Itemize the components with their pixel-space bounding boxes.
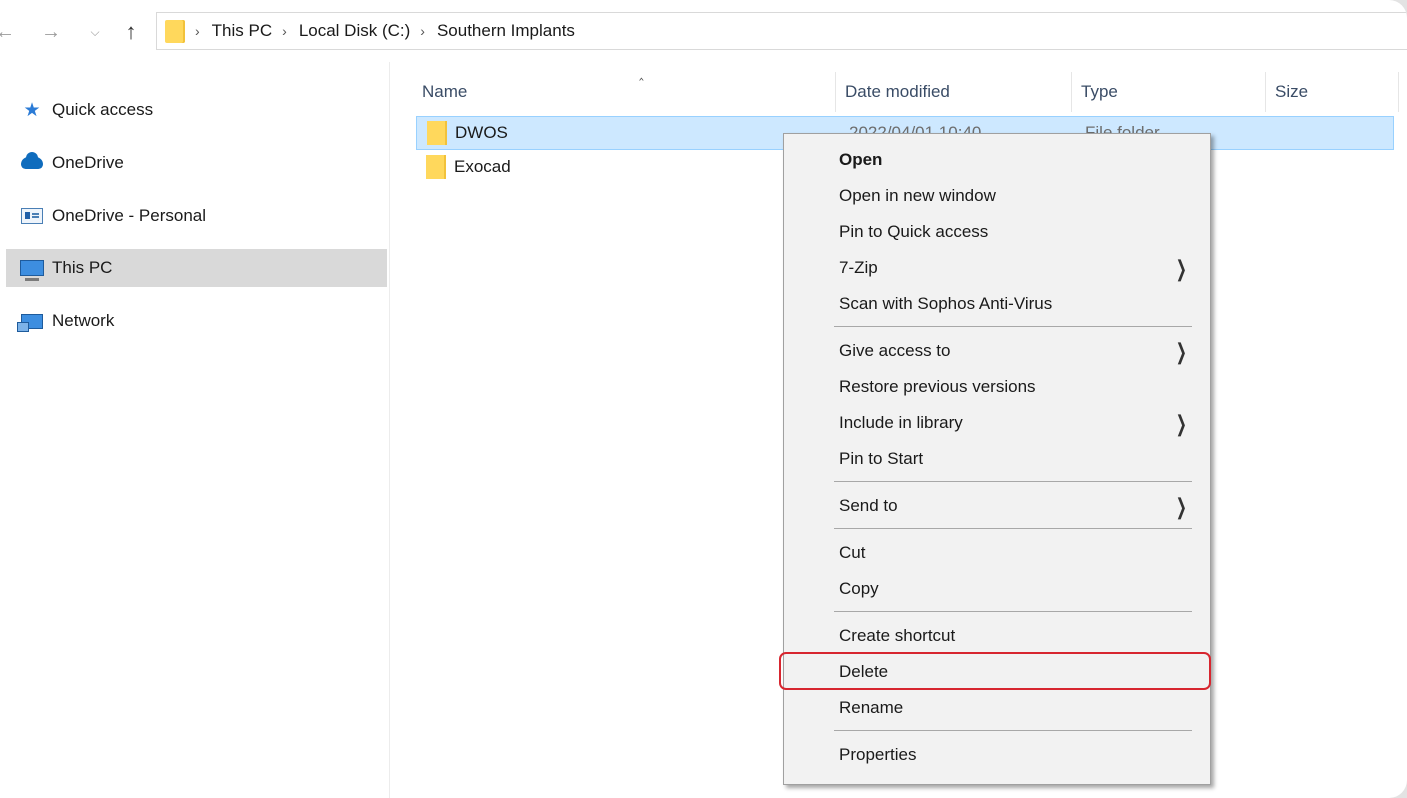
menu-item-rename[interactable]: Rename — [784, 690, 1210, 726]
chevron-right-icon: ❯ — [1175, 494, 1187, 519]
back-arrow-icon[interactable]: ← — [0, 18, 16, 46]
column-header-label: Date modified — [845, 82, 950, 101]
chevron-right-icon: › — [195, 23, 200, 39]
sidebar-item-label: Network — [52, 311, 115, 330]
menu-item-send-to[interactable]: Send to ❯ — [784, 488, 1210, 524]
chevron-right-icon: › — [282, 23, 287, 39]
menu-item-restore-versions[interactable]: Restore previous versions — [784, 369, 1210, 405]
menu-item-label: 7-Zip — [839, 258, 878, 277]
breadcrumb[interactable]: › This PC › Local Disk (C:) › Southern I… — [156, 12, 1407, 50]
column-header-label: Size — [1275, 82, 1309, 101]
column-header-date[interactable]: Date modified — [837, 72, 1072, 112]
cloud-icon — [20, 152, 44, 173]
sort-ascending-icon: ‸ — [639, 64, 644, 80]
file-name: Exocad — [454, 157, 511, 176]
menu-separator — [834, 481, 1192, 482]
menu-item-give-access[interactable]: Give access to ❯ — [784, 333, 1210, 369]
menu-item-cut[interactable]: Cut — [784, 535, 1210, 571]
forward-arrow-icon[interactable]: → — [40, 18, 62, 46]
menu-item-pin-start[interactable]: Pin to Start — [784, 441, 1210, 477]
address-bar: ← → ⌵ ↑ › This PC › Local Disk (C:) › So… — [0, 0, 1407, 62]
column-header-size[interactable]: Size — [1267, 72, 1399, 112]
chevron-right-icon: ❯ — [1175, 256, 1187, 281]
menu-item-open-new-window[interactable]: Open in new window — [784, 178, 1210, 214]
menu-item-copy[interactable]: Copy — [784, 571, 1210, 607]
column-header-type[interactable]: Type — [1073, 72, 1266, 112]
menu-item-properties[interactable]: Properties — [784, 737, 1210, 773]
sidebar-item-quick-access[interactable]: ★ Quick access — [6, 91, 387, 129]
sidebar-item-network[interactable]: Network — [6, 302, 387, 340]
column-header-label: Name — [422, 82, 468, 101]
menu-separator — [834, 528, 1192, 529]
chevron-right-icon: ❯ — [1175, 339, 1187, 364]
sidebar-item-label: OneDrive - Personal — [52, 206, 207, 225]
sidebar-item-this-pc[interactable]: This PC — [6, 249, 387, 287]
folder-icon — [426, 155, 446, 179]
column-header-label: Type — [1081, 82, 1118, 101]
chevron-right-icon: › — [420, 23, 425, 39]
drive-icon — [20, 206, 44, 226]
sidebar-item-label: Quick access — [52, 100, 154, 119]
breadcrumb-southern-implants[interactable]: Southern Implants — [437, 21, 575, 41]
chevron-down-icon[interactable]: ⌵ — [86, 18, 104, 46]
network-icon — [17, 311, 44, 332]
column-header-name[interactable]: Name ‸ — [414, 64, 836, 112]
menu-separator — [834, 611, 1192, 612]
delete-highlight-box — [779, 652, 1211, 690]
sidebar-item-label: This PC — [52, 258, 113, 277]
menu-item-scan-sophos[interactable]: Scan with Sophos Anti-Virus — [784, 286, 1210, 322]
folder-icon — [165, 19, 185, 43]
menu-item-pin-quick-access[interactable]: Pin to Quick access — [784, 214, 1210, 250]
menu-item-label: Include in library — [839, 413, 963, 432]
folder-icon — [427, 121, 447, 145]
star-icon: ★ — [23, 99, 41, 121]
file-explorer-window: ← → ⌵ ↑ › This PC › Local Disk (C:) › So… — [0, 0, 1407, 798]
breadcrumb-local-disk[interactable]: Local Disk (C:) — [299, 21, 410, 41]
sidebar-item-onedrive-personal[interactable]: OneDrive - Personal — [6, 197, 387, 235]
chevron-right-icon: ❯ — [1175, 411, 1187, 436]
file-name: DWOS — [455, 123, 508, 142]
sidebar-item-onedrive[interactable]: OneDrive — [6, 144, 387, 182]
computer-icon — [20, 258, 44, 281]
menu-item-create-shortcut[interactable]: Create shortcut — [784, 618, 1210, 654]
sidebar-item-label: OneDrive — [52, 153, 124, 172]
menu-item-open[interactable]: Open — [784, 142, 1210, 178]
menu-item-include-library[interactable]: Include in library ❯ — [784, 405, 1210, 441]
menu-separator — [834, 730, 1192, 731]
up-arrow-icon[interactable]: ↑ — [118, 18, 144, 46]
menu-item-7zip[interactable]: 7-Zip ❯ — [784, 250, 1210, 286]
menu-item-label: Send to — [839, 496, 898, 515]
menu-separator — [834, 326, 1192, 327]
navigation-pane: ★ Quick access OneDrive OneDrive - Perso… — [0, 62, 390, 798]
breadcrumb-this-pc[interactable]: This PC — [212, 21, 272, 41]
menu-item-label: Give access to — [839, 341, 951, 360]
